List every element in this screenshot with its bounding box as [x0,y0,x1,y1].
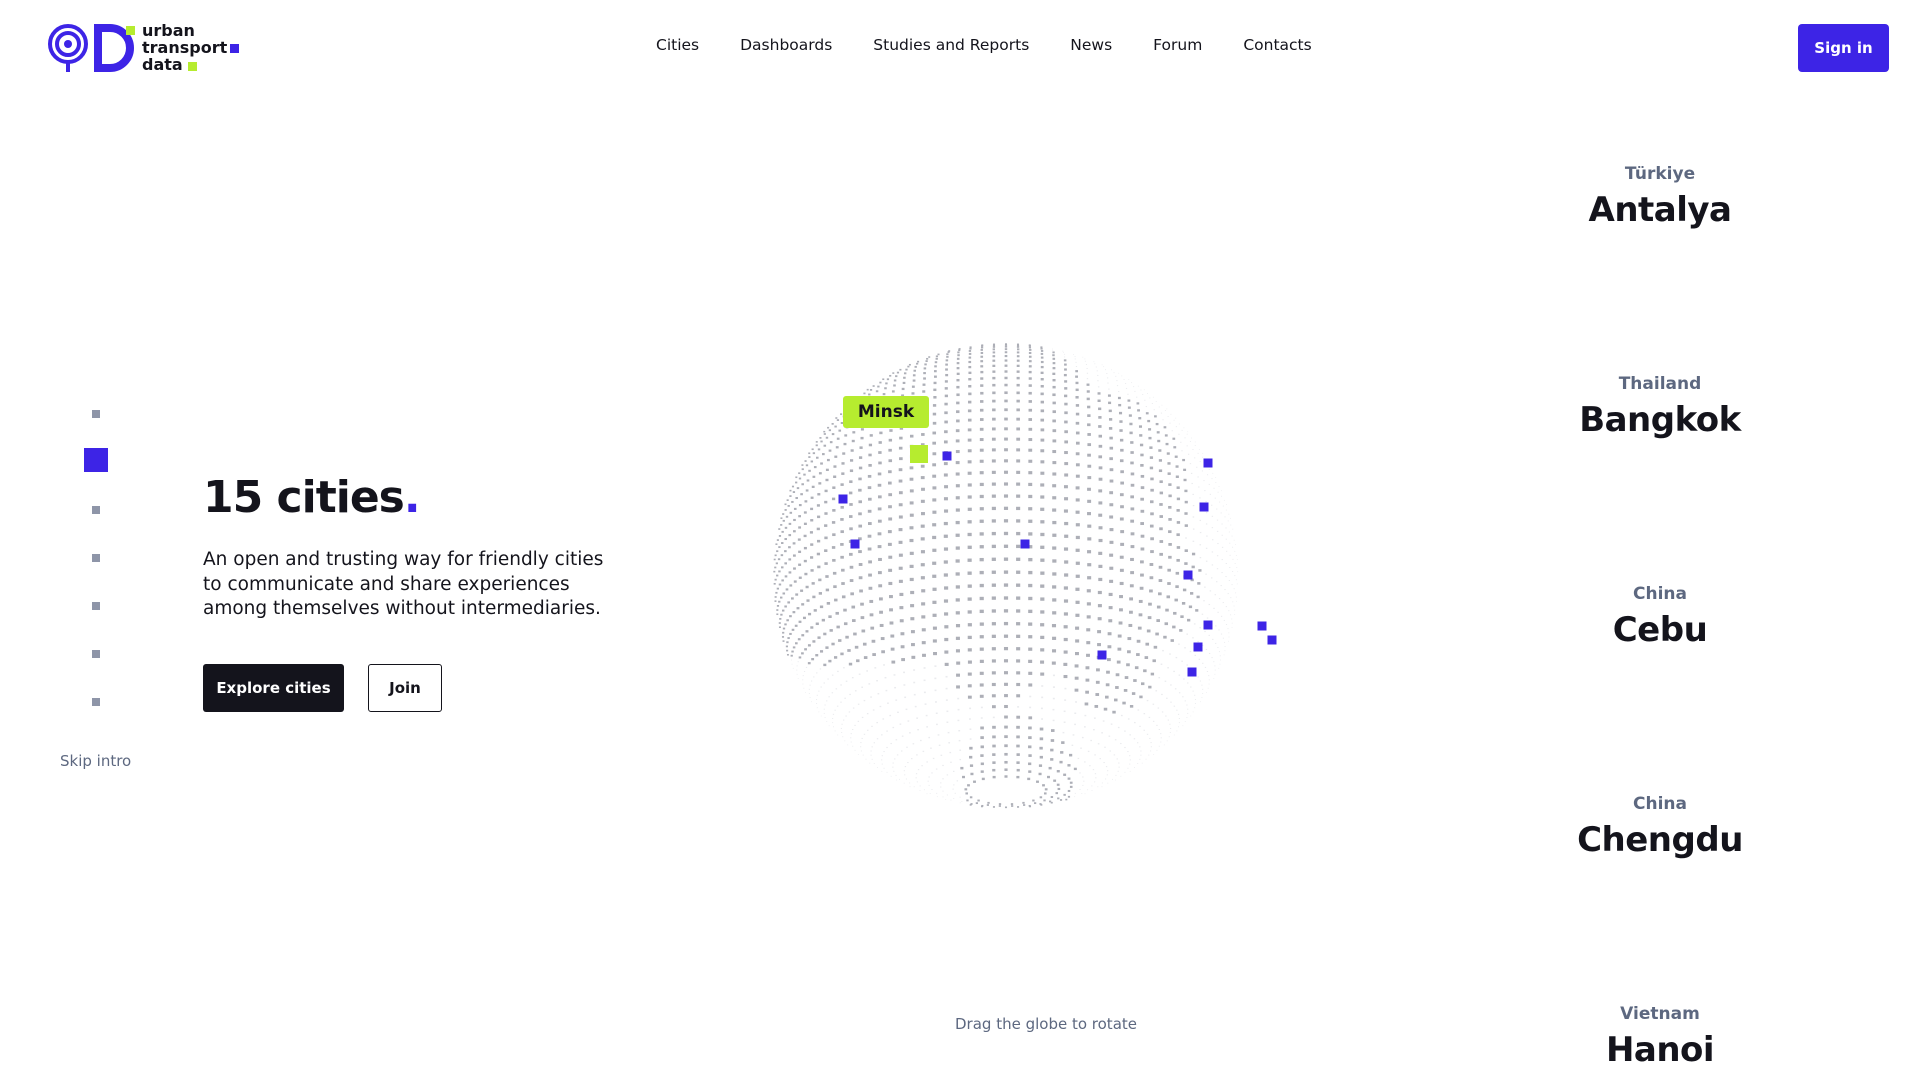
globe-city-label: Minsk [843,396,929,428]
pager-dot-4[interactable] [92,554,100,562]
city-marker[interactable] [1267,635,1277,645]
city-item-cebu[interactable]: China Cebu [1560,584,1760,650]
hero-title: 15 cities. [203,472,421,523]
city-marker-highlighted[interactable] [910,445,928,463]
city-country: Türkiye [1624,164,1696,184]
explore-cities-button[interactable]: Explore cities [203,664,344,712]
city-marker[interactable] [1183,570,1193,580]
nav-cities[interactable]: Cities [656,36,699,54]
logo-square-blue [230,44,239,53]
city-country: China [1633,584,1687,604]
hero-description: An open and trusting way for friendly ci… [203,549,604,619]
main-nav: Cities Dashboards Studies and Reports Ne… [656,36,1312,54]
nav-dashboards[interactable]: Dashboards [740,36,832,54]
logo-pin-icon [48,24,135,72]
city-marker[interactable] [942,451,952,461]
city-item-antalya[interactable]: Türkiye Antalya [1560,164,1760,230]
city-item-hanoi[interactable]: Vietnam Hanoi [1560,1004,1760,1070]
pager-dot-5[interactable] [92,602,100,610]
logo-text: urban transport data [142,22,227,73]
city-country: China [1633,794,1687,814]
pager-dot-2-active[interactable] [84,448,108,472]
pager-dot-1[interactable] [92,410,100,418]
logo[interactable]: urban transport data [48,22,248,74]
city-marker[interactable] [1203,620,1213,630]
city-name: Bangkok [1579,400,1741,440]
sign-in-button[interactable]: Sign in [1798,24,1889,72]
city-marker[interactable] [838,494,848,504]
city-country: Vietnam [1620,1004,1700,1024]
city-country: Thailand [1618,374,1702,394]
hero-title-text: 15 cities [203,472,405,523]
pager-dot-6[interactable] [92,650,100,658]
nav-news[interactable]: News [1070,36,1112,54]
city-marker[interactable] [1257,621,1267,631]
city-name: Chengdu [1577,820,1743,860]
city-marker[interactable] [1020,539,1030,549]
logo-line-2: transport [142,38,228,57]
pager-dot-3[interactable] [92,506,100,514]
city-name: Antalya [1588,190,1732,230]
city-name: Cebu [1612,610,1708,650]
city-marker[interactable] [1193,642,1203,652]
city-marker[interactable] [1199,502,1209,512]
nav-studies-and-reports[interactable]: Studies and Reports [873,36,1029,54]
logo-square-lime [188,62,197,71]
city-marker[interactable] [850,539,860,549]
city-marker[interactable] [1097,650,1107,660]
logo-line-1: urban [142,21,195,40]
logo-line-3: data [142,55,183,74]
city-item-bangkok[interactable]: Thailand Bangkok [1560,374,1760,440]
join-button[interactable]: Join [368,664,442,712]
drag-hint: Drag the globe to rotate [955,1015,1137,1033]
nav-contacts[interactable]: Contacts [1243,36,1311,54]
pager-dot-7[interactable] [92,698,100,706]
city-name: Hanoi [1605,1030,1715,1070]
city-marker[interactable] [1187,667,1197,677]
nav-forum[interactable]: Forum [1153,36,1202,54]
skip-intro-link[interactable]: Skip intro [60,752,131,770]
city-item-chengdu[interactable]: China Chengdu [1560,794,1760,860]
city-markers [838,445,1277,677]
hero-title-dot: . [403,472,421,523]
city-marker[interactable] [1203,458,1213,468]
interactive-globe[interactable] [716,306,1296,876]
